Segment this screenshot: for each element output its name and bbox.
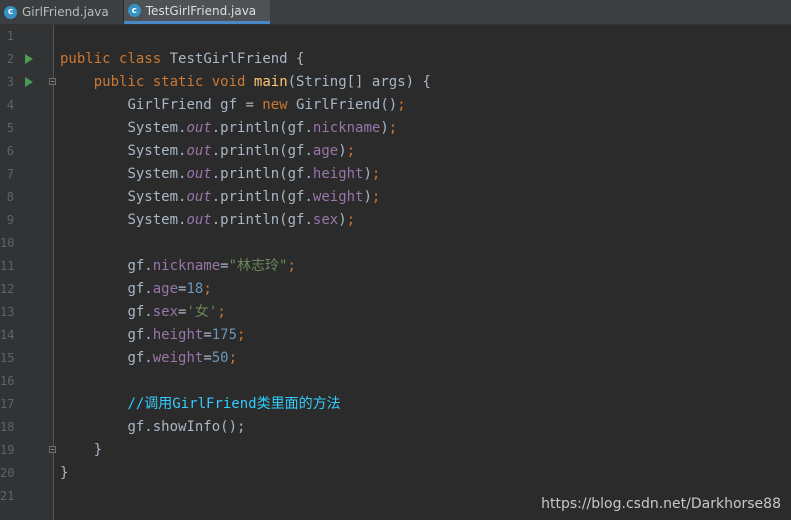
line-number: 4 xyxy=(6,98,14,112)
code-text[interactable]: System.out.println(gf.nickname); xyxy=(60,117,397,140)
line-number: 2 xyxy=(6,52,14,66)
line-number: 20 xyxy=(0,466,15,480)
fold-icon[interactable] xyxy=(49,446,56,453)
code-line: 1 xyxy=(0,25,791,48)
code-line: 19 } xyxy=(0,439,791,462)
code-line: 5 System.out.println(gf.nickname); xyxy=(0,117,791,140)
class-icon: c xyxy=(4,5,17,19)
code-text[interactable]: gf.age=18; xyxy=(60,278,211,301)
code-line: 2 public class TestGirlFriend { xyxy=(0,48,791,71)
line-number: 16 xyxy=(0,374,15,388)
line-number: 11 xyxy=(0,259,15,273)
line-number: 21 xyxy=(0,489,15,503)
code-line: 9 System.out.println(gf.sex); xyxy=(0,209,791,232)
code-line: 15 gf.weight=50; xyxy=(0,347,791,370)
line-number: 12 xyxy=(0,282,15,296)
code-line: 11 gf.nickname="林志玲"; xyxy=(0,255,791,278)
code-text[interactable]: gf.weight=50; xyxy=(60,347,237,370)
code-line: 18 gf.showInfo(); xyxy=(0,416,791,439)
line-number: 5 xyxy=(6,121,14,135)
code-line: 10 xyxy=(0,232,791,255)
code-text[interactable]: System.out.println(gf.age); xyxy=(60,140,355,163)
code-text[interactable]: } xyxy=(60,439,102,462)
code-line: 3 public static void main(String[] args)… xyxy=(0,71,791,94)
line-number: 6 xyxy=(6,144,14,158)
code-line: 14 gf.height=175; xyxy=(0,324,791,347)
tab-label: GirlFriend.java xyxy=(22,5,109,19)
code-line: 6 System.out.println(gf.age); xyxy=(0,140,791,163)
code-line: 7 System.out.println(gf.height); xyxy=(0,163,791,186)
code-line: 13 gf.sex='女'; xyxy=(0,301,791,324)
code-text[interactable]: System.out.println(gf.height); xyxy=(60,163,380,186)
code-line: 8 System.out.println(gf.weight); xyxy=(0,186,791,209)
code-comment: //调用GirlFriend类里面的方法 xyxy=(127,396,341,412)
code-text[interactable]: gf.nickname="林志玲"; xyxy=(60,255,295,278)
line-number: 13 xyxy=(0,305,15,319)
line-number: 8 xyxy=(6,190,14,204)
code-text[interactable]: System.out.println(gf.sex); xyxy=(60,209,355,232)
code-text[interactable]: gf.height=175; xyxy=(60,324,245,347)
code-line: 16 xyxy=(0,370,791,393)
line-number: 18 xyxy=(0,420,15,434)
code-line: 17 //调用GirlFriend类里面的方法 xyxy=(0,393,791,416)
code-text[interactable]: System.out.println(gf.weight); xyxy=(60,186,380,209)
watermark: https://blog.csdn.net/Darkhorse88 xyxy=(541,496,781,512)
run-main-icon[interactable] xyxy=(25,77,33,87)
code-line: 4 GirlFriend gf = new GirlFriend(); xyxy=(0,94,791,117)
code-line: 12 gf.age=18; xyxy=(0,278,791,301)
line-number: 17 xyxy=(0,397,15,411)
line-number: 3 xyxy=(6,75,14,89)
run-class-icon[interactable] xyxy=(25,54,33,64)
code-text[interactable]: //调用GirlFriend类里面的方法 xyxy=(60,393,341,416)
code-text[interactable]: } xyxy=(60,462,68,485)
line-number: 10 xyxy=(0,236,15,250)
code-text[interactable]: GirlFriend gf = new GirlFriend(); xyxy=(60,94,405,117)
fold-icon[interactable] xyxy=(49,78,56,85)
line-number: 1 xyxy=(6,29,14,43)
code-text[interactable]: public class TestGirlFriend { xyxy=(60,48,304,71)
line-number: 9 xyxy=(6,213,14,227)
class-icon: c xyxy=(127,4,141,17)
code-line: 20 } xyxy=(0,462,791,485)
line-number: 7 xyxy=(6,167,14,181)
code-text[interactable]: public static void main(String[] args) { xyxy=(60,71,431,94)
tab-girlfriend-java[interactable]: c GirlFriend.java xyxy=(0,0,123,24)
editor-tab-bar: c GirlFriend.java c TestGirlFriend.java xyxy=(0,0,791,25)
line-number: 15 xyxy=(0,351,15,365)
line-number: 19 xyxy=(0,443,15,457)
code-text[interactable]: gf.showInfo(); xyxy=(60,416,245,439)
line-number: 14 xyxy=(0,328,15,342)
tab-testgirlfriend-java[interactable]: c TestGirlFriend.java xyxy=(123,0,271,24)
code-text[interactable]: gf.sex='女'; xyxy=(60,301,225,324)
tab-label: TestGirlFriend.java xyxy=(145,3,257,18)
